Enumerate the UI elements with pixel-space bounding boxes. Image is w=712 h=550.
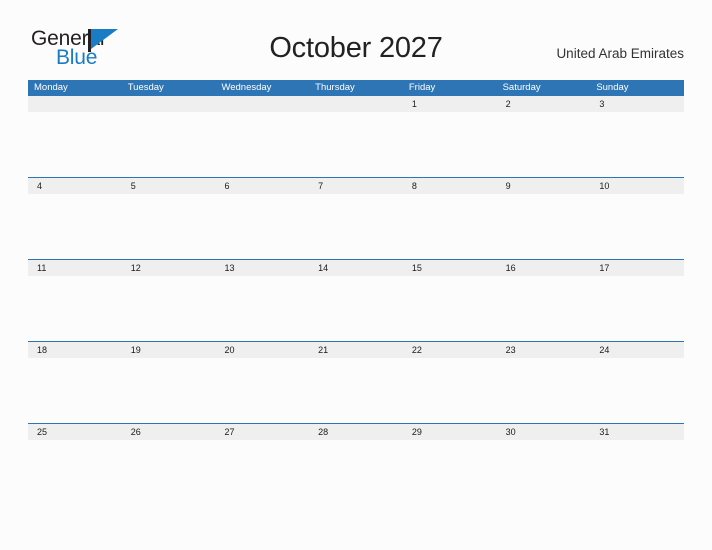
weekday-header-friday: Friday [408,82,436,93]
weekday-header-sunday: Sunday [596,82,629,93]
day-cell[interactable]: 18 [28,342,122,358]
day-cell[interactable] [28,96,122,112]
week-row: 4 5 6 7 8 9 10 [28,177,684,259]
day-cell[interactable] [122,96,216,112]
day-cell[interactable]: 12 [122,260,216,276]
day-cell[interactable]: 10 [590,178,684,194]
day-cell[interactable]: 17 [590,260,684,276]
day-cell[interactable]: 14 [309,260,403,276]
week-row: 18 19 20 21 22 23 24 [28,341,684,423]
day-cell[interactable]: 11 [28,260,122,276]
day-cell[interactable]: 7 [309,178,403,194]
date-band: 18 19 20 21 22 23 24 [28,342,684,358]
day-cell[interactable] [309,96,403,112]
day-cell[interactable]: 9 [497,178,591,194]
day-cell[interactable]: 30 [497,424,591,440]
date-band: 4 5 6 7 8 9 10 [28,178,684,194]
day-cell[interactable]: 19 [122,342,216,358]
day-cell[interactable]: 21 [309,342,403,358]
week-row: 25 26 27 28 29 30 31 [28,423,684,505]
day-cell[interactable]: 28 [309,424,403,440]
day-cell[interactable]: 13 [215,260,309,276]
day-cell[interactable]: 8 [403,178,497,194]
day-cell[interactable]: 25 [28,424,122,440]
calendar-grid: Monday Tuesday Wednesday Thursday Friday… [28,80,684,505]
day-cell[interactable]: 3 [590,96,684,112]
weekday-header-monday: Monday [34,82,68,93]
day-cell[interactable]: 22 [403,342,497,358]
day-cell[interactable]: 1 [403,96,497,112]
day-cell[interactable]: 27 [215,424,309,440]
day-cell[interactable]: 23 [497,342,591,358]
day-cell[interactable]: 16 [497,260,591,276]
day-cell[interactable]: 24 [590,342,684,358]
day-cell[interactable]: 2 [497,96,591,112]
weekday-header-thursday: Thursday [315,82,355,93]
day-cell[interactable]: 20 [215,342,309,358]
weekday-header-row: Monday Tuesday Wednesday Thursday Friday… [28,80,684,96]
week-row: 11 12 13 14 15 16 17 [28,259,684,341]
page-header: General Blue October 2027 United Arab Em… [0,0,712,78]
weekday-header-wednesday: Wednesday [221,82,272,93]
country-label: United Arab Emirates [556,46,684,61]
day-cell[interactable]: 29 [403,424,497,440]
date-band: 11 12 13 14 15 16 17 [28,260,684,276]
day-cell[interactable]: 31 [590,424,684,440]
day-cell[interactable]: 6 [215,178,309,194]
week-row: 1 2 3 [28,96,684,177]
weekday-header-saturday: Saturday [502,82,541,93]
day-cell[interactable]: 5 [122,178,216,194]
day-cell[interactable]: 15 [403,260,497,276]
weekday-header-tuesday: Tuesday [127,82,164,93]
day-cell[interactable] [215,96,309,112]
date-band: 1 2 3 [28,96,684,112]
day-cell[interactable]: 26 [122,424,216,440]
day-cell[interactable]: 4 [28,178,122,194]
date-band: 25 26 27 28 29 30 31 [28,424,684,440]
